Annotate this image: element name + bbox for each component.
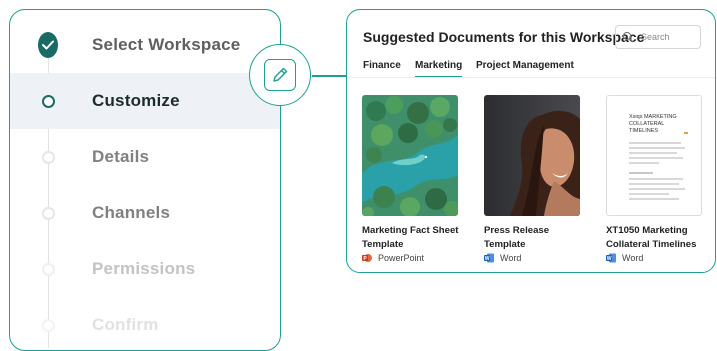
step-label: Permissions — [92, 259, 196, 278]
document-title: Marketing Fact Sheet Template — [362, 224, 462, 252]
step-label: Details — [92, 147, 150, 166]
step-details[interactable]: Details — [10, 129, 280, 185]
pending-ring-icon — [41, 262, 55, 276]
doc-preview-line: Xsiqs MARKETING — [629, 114, 677, 120]
doc-preview-heading: Xsiqs MARKETING COLLATERAL TIMELINES — [629, 114, 677, 135]
tab-project-management[interactable]: Project Management — [476, 60, 574, 76]
document-app: W Word — [606, 253, 706, 263]
document-card[interactable]: Marketing Fact Sheet Template P PowerPoi… — [362, 95, 462, 263]
document-card[interactable]: Xsiqs MARKETING COLLATERAL TIMELINES XT1… — [606, 95, 706, 263]
document-app: W Word — [484, 253, 584, 263]
doc-text-line — [629, 178, 683, 180]
aerial-island-image — [362, 95, 458, 216]
tab-finance[interactable]: Finance — [363, 60, 401, 76]
search-box[interactable] — [615, 25, 701, 49]
pending-ring-icon — [41, 150, 55, 164]
document-title-line: Template — [362, 239, 404, 250]
step-customize[interactable]: Customize — [10, 73, 280, 129]
doc-text-line — [629, 152, 677, 154]
tabs-divider — [347, 77, 715, 78]
document-card[interactable]: Press Release Template W Word — [484, 95, 584, 263]
step-pending-marker — [38, 259, 58, 279]
doc-text-line — [629, 188, 685, 190]
step-completed-marker — [38, 32, 58, 58]
check-icon — [38, 32, 58, 58]
document-title: Press Release Template — [484, 224, 584, 252]
suggested-documents-panel: Suggested Documents for this Workspace F… — [346, 9, 716, 273]
svg-text:W: W — [485, 256, 490, 262]
step-label: Confirm — [92, 315, 159, 334]
pending-ring-icon — [41, 206, 55, 220]
doc-text-line — [629, 157, 683, 159]
workspace-stepper: Select Workspace Customize Details Chann… — [9, 9, 281, 351]
step-select-workspace[interactable]: Select Workspace — [10, 17, 280, 73]
app-name: Word — [622, 253, 644, 263]
doc-text-line — [629, 198, 679, 200]
svg-text:W: W — [607, 256, 612, 262]
doc-accent-mark — [684, 132, 688, 134]
document-title-line: Press Release Template — [484, 225, 550, 250]
step-active-marker — [38, 91, 58, 111]
edit-icon-frame — [264, 59, 296, 91]
step-permissions[interactable]: Permissions — [10, 241, 280, 297]
search-icon — [622, 31, 634, 43]
connector-line — [312, 75, 348, 77]
document-thumbnail: Xsiqs MARKETING COLLATERAL TIMELINES — [606, 95, 702, 216]
document-thumbnail — [484, 95, 580, 216]
doc-preview-line: TIMELINES — [629, 128, 659, 134]
word-icon: W — [606, 253, 616, 263]
edit-badge — [249, 44, 311, 106]
category-tabs: Finance Marketing Project Management — [347, 58, 715, 78]
doc-text-line — [629, 162, 659, 164]
document-title: XT1050 Marketing Collateral Timelines — [606, 224, 706, 252]
doc-text-line — [629, 172, 653, 174]
active-ring-icon — [41, 94, 55, 108]
doc-text-line — [629, 193, 669, 195]
portrait-image — [484, 95, 580, 216]
document-app: P PowerPoint — [362, 253, 462, 263]
step-pending-marker — [38, 315, 58, 335]
pending-ring-icon — [41, 318, 55, 332]
app-name: Word — [500, 253, 522, 263]
step-channels[interactable]: Channels — [10, 185, 280, 241]
document-title-line: XT1050 Marketing — [606, 225, 688, 236]
word-icon: W — [484, 253, 494, 263]
document-title-line: Collateral Timelines — [606, 239, 697, 250]
panel-title: Suggested Documents for this Workspace — [363, 29, 645, 45]
pencil-icon — [273, 67, 288, 82]
step-label: Channels — [92, 203, 171, 222]
app-name: PowerPoint — [378, 253, 425, 263]
step-label: Select Workspace — [92, 35, 241, 54]
doc-text-line — [629, 142, 681, 144]
search-input[interactable] — [639, 31, 697, 43]
step-pending-marker — [38, 147, 58, 167]
document-title-line: Marketing Fact Sheet — [362, 225, 459, 236]
tab-marketing[interactable]: Marketing — [415, 60, 463, 78]
step-pending-marker — [38, 203, 58, 223]
doc-text-line — [629, 147, 685, 149]
doc-preview-line: COLLATERAL — [629, 121, 665, 127]
step-confirm[interactable]: Confirm — [10, 297, 280, 350]
powerpoint-icon: P — [362, 254, 372, 262]
doc-text-line — [629, 183, 679, 185]
document-thumbnail — [362, 95, 458, 216]
step-label: Customize — [92, 91, 180, 110]
